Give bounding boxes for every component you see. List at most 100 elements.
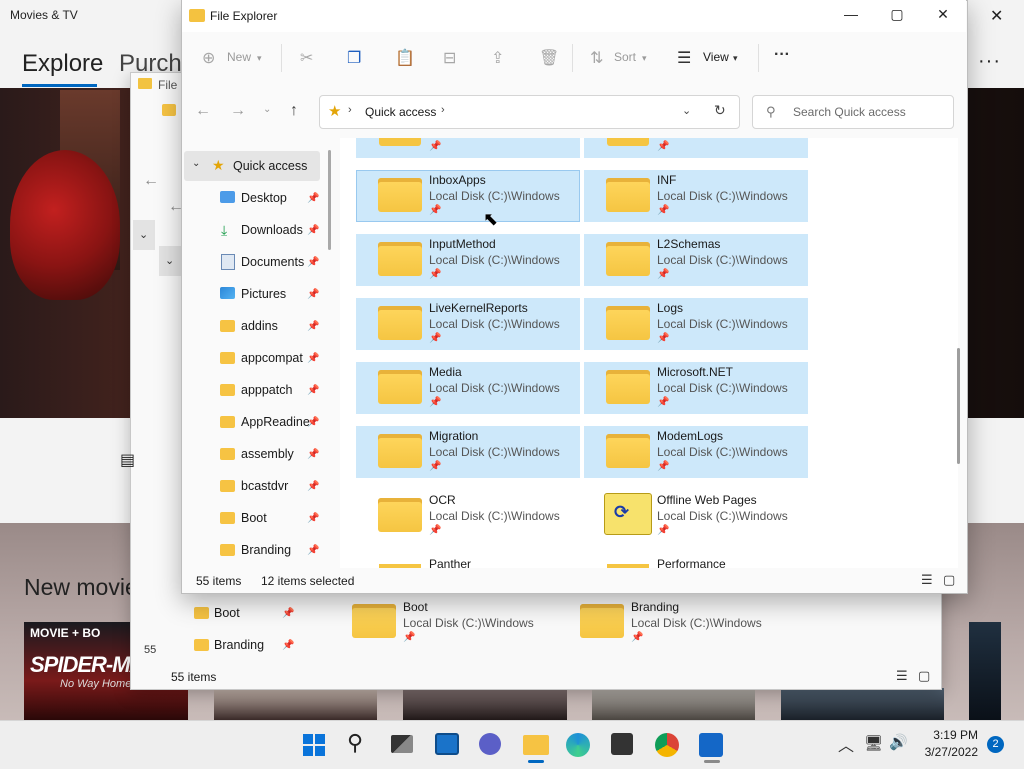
- back-arrow-icon[interactable]: ←: [143, 172, 159, 190]
- tile-name[interactable]: Offline Web Pages: [657, 493, 757, 507]
- movie-poster[interactable]: [214, 688, 377, 720]
- clock-time[interactable]: 3:19 PM: [922, 728, 978, 742]
- nav-item-pictures[interactable]: Pictures: [241, 287, 286, 301]
- nav-item-desktop[interactable]: Desktop: [241, 191, 287, 205]
- nav-item-apppatch[interactable]: apppatch: [241, 383, 292, 397]
- more-options-button[interactable]: ···: [774, 46, 790, 64]
- nav-item-boot[interactable]: Boot: [241, 511, 267, 525]
- hero-figure-mask: [10, 150, 120, 300]
- pin-icon: 📌: [429, 205, 442, 216]
- up-arrow-icon[interactable]: ↑: [290, 102, 298, 120]
- window-title: File Explorer: [210, 9, 278, 23]
- movie-poster[interactable]: [781, 688, 944, 720]
- copy-icon[interactable]: ❐: [347, 48, 361, 68]
- start-button[interactable]: [303, 734, 325, 756]
- nav-item-boot[interactable]: Boot: [214, 606, 240, 620]
- movie-poster[interactable]: [403, 688, 567, 720]
- task-view-icon[interactable]: [391, 735, 413, 753]
- maximize-icon[interactable]: ▢: [882, 6, 912, 23]
- chat-icon[interactable]: [479, 733, 501, 755]
- tile-name[interactable]: OCR: [429, 493, 456, 507]
- widgets-icon[interactable]: [435, 733, 459, 755]
- folder-icon: [220, 416, 235, 428]
- new-button[interactable]: New: [227, 50, 251, 64]
- chevron-down-icon[interactable]: ⌄: [682, 104, 691, 117]
- close-icon[interactable]: ✕: [928, 6, 958, 23]
- tile-name[interactable]: Boot: [403, 600, 428, 614]
- nav-item-assembly[interactable]: assembly: [241, 447, 294, 461]
- chevron-down-icon[interactable]: ⌄: [192, 158, 200, 169]
- tile-name: LiveKernelReports: [429, 301, 528, 315]
- network-icon[interactable]: 🖥: [864, 734, 883, 752]
- content-scrollbar[interactable]: [957, 348, 960, 464]
- movies-tv-taskbar-icon[interactable]: [699, 733, 723, 757]
- pin-icon: 📌: [429, 333, 442, 344]
- chrome-icon[interactable]: [655, 733, 679, 757]
- search-icon[interactable]: ⚲: [347, 730, 363, 756]
- volume-icon[interactable]: 🔊: [889, 733, 908, 751]
- notification-badge[interactable]: 2: [987, 736, 1004, 753]
- view-icon[interactable]: ☰: [677, 48, 691, 68]
- paste-icon[interactable]: 📋: [395, 48, 415, 68]
- chevron-right-icon[interactable]: ›: [441, 104, 445, 116]
- tile-name[interactable]: Branding: [631, 600, 679, 614]
- chevron-up-icon[interactable]: ︿: [838, 732, 854, 756]
- folder-icon: [378, 370, 422, 404]
- nav-item-addins[interactable]: addins: [241, 319, 278, 333]
- chevron-down-icon[interactable]: ▾: [642, 53, 647, 64]
- folder-icon: [379, 138, 421, 146]
- nav-item-bcastdvr[interactable]: bcastdvr: [241, 479, 288, 493]
- folder-icon: [606, 434, 650, 468]
- sort-icon[interactable]: ⇅: [590, 48, 603, 68]
- folder-icon: [378, 306, 422, 340]
- refresh-icon[interactable]: ↻: [714, 102, 726, 119]
- movies-more-icon[interactable]: ···: [978, 50, 1001, 73]
- new-icon[interactable]: ⊕: [202, 48, 215, 68]
- folder-icon: [194, 607, 209, 619]
- tiles-view-icon[interactable]: ▢: [918, 668, 930, 684]
- back-arrow-icon[interactable]: ←: [195, 102, 211, 120]
- pin-icon: 📌: [307, 193, 320, 204]
- sort-button[interactable]: Sort: [614, 50, 636, 64]
- tile-name: Migration: [429, 429, 479, 443]
- nav-item-appcompat[interactable]: appcompat: [241, 351, 303, 365]
- file-explorer-taskbar-icon[interactable]: [523, 735, 549, 755]
- tile-location: Local Disk (C:)\Windows: [657, 509, 788, 523]
- cut-icon[interactable]: ✂: [300, 48, 313, 68]
- chevron-down-icon[interactable]: ⌄: [165, 254, 174, 267]
- tiles-view-icon[interactable]: ▢: [943, 572, 955, 588]
- forward-arrow-icon[interactable]: →: [230, 102, 246, 120]
- breadcrumb[interactable]: Quick access: [365, 105, 436, 119]
- chevron-down-icon[interactable]: ⌄: [139, 228, 148, 241]
- pin-icon: 📌: [307, 257, 320, 268]
- nav-item-appreadiness[interactable]: AppReadine: [241, 415, 310, 429]
- pin-icon: 📌: [657, 205, 670, 216]
- chevron-right-icon[interactable]: ›: [348, 104, 352, 116]
- delete-icon[interactable]: 🗑: [539, 48, 559, 68]
- clock-date[interactable]: 3/27/2022: [912, 745, 978, 759]
- movies-app-title: Movies & TV: [10, 8, 78, 22]
- poster-tag: MOVIE + BO: [30, 626, 101, 640]
- nav-item-downloads[interactable]: Downloads: [241, 223, 303, 237]
- folder-icon: [162, 104, 176, 116]
- tab-explore[interactable]: Explore: [22, 50, 103, 78]
- nav-item-documents[interactable]: Documents: [241, 255, 304, 269]
- chevron-down-icon[interactable]: ▾: [733, 53, 738, 64]
- nav-item-branding[interactable]: Branding: [241, 543, 291, 557]
- chevron-down-icon[interactable]: ▾: [257, 53, 262, 64]
- details-view-icon[interactable]: ☰: [921, 572, 933, 588]
- rename-icon[interactable]: ⊟: [443, 48, 456, 68]
- movies-close-icon[interactable]: ✕: [990, 6, 1003, 26]
- pin-icon: 📌: [657, 269, 670, 280]
- view-button[interactable]: View: [703, 50, 729, 64]
- movie-poster[interactable]: [969, 622, 1001, 720]
- details-view-icon[interactable]: ☰: [896, 668, 908, 684]
- share-icon[interactable]: ⇪: [491, 48, 504, 68]
- recent-locations-icon[interactable]: ⌄: [263, 104, 271, 115]
- edge-icon[interactable]: [566, 733, 590, 757]
- minimize-icon[interactable]: —: [836, 6, 866, 22]
- movie-poster[interactable]: [592, 688, 755, 720]
- store-icon[interactable]: [611, 733, 633, 755]
- nav-item-branding[interactable]: Branding: [214, 638, 264, 652]
- nav-scrollbar[interactable]: [328, 150, 331, 250]
